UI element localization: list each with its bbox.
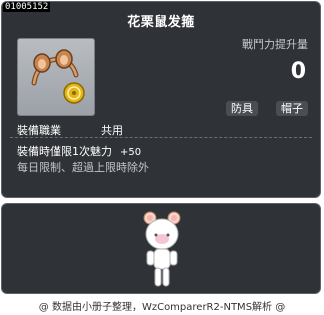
effect-text: 裝備時僅限1次魅力 <box>17 145 112 158</box>
divider <box>10 137 312 138</box>
effect-line: 裝備時僅限1次魅力 +50 <box>17 143 141 159</box>
item-icon-frame <box>17 38 95 116</box>
chipmunk-headband-icon <box>31 49 85 104</box>
avatar-preview-panel <box>1 203 321 294</box>
limit-text: 每日限制、超過上限時除外 <box>17 161 149 174</box>
footer-credit: @ 数据由小册子整理，WzComparerR2-NTMS解析 @ <box>38 302 286 313</box>
item-title: 花栗鼠发箍 <box>127 15 195 30</box>
combat-power-value: 0 <box>290 59 306 84</box>
job-value: 共用 <box>101 124 123 137</box>
item-tooltip: 01005152 花栗鼠发箍 戰鬥力提升量 0 防具 帽子 裝備職業 共用 裝備… <box>1 1 321 198</box>
item-type-tag: 防具 <box>226 101 258 116</box>
character-preview-icon <box>143 211 181 287</box>
page: 01005152 花栗鼠发箍 戰鬥力提升量 0 防具 帽子 裝備職業 共用 裝備… <box>0 0 324 315</box>
item-subtype-tag: 帽子 <box>276 101 308 116</box>
job-label: 裝備職業 <box>17 124 61 137</box>
combat-power-label: 戰鬥力提升量 <box>242 38 308 51</box>
effect-bonus: +50 <box>120 147 142 158</box>
